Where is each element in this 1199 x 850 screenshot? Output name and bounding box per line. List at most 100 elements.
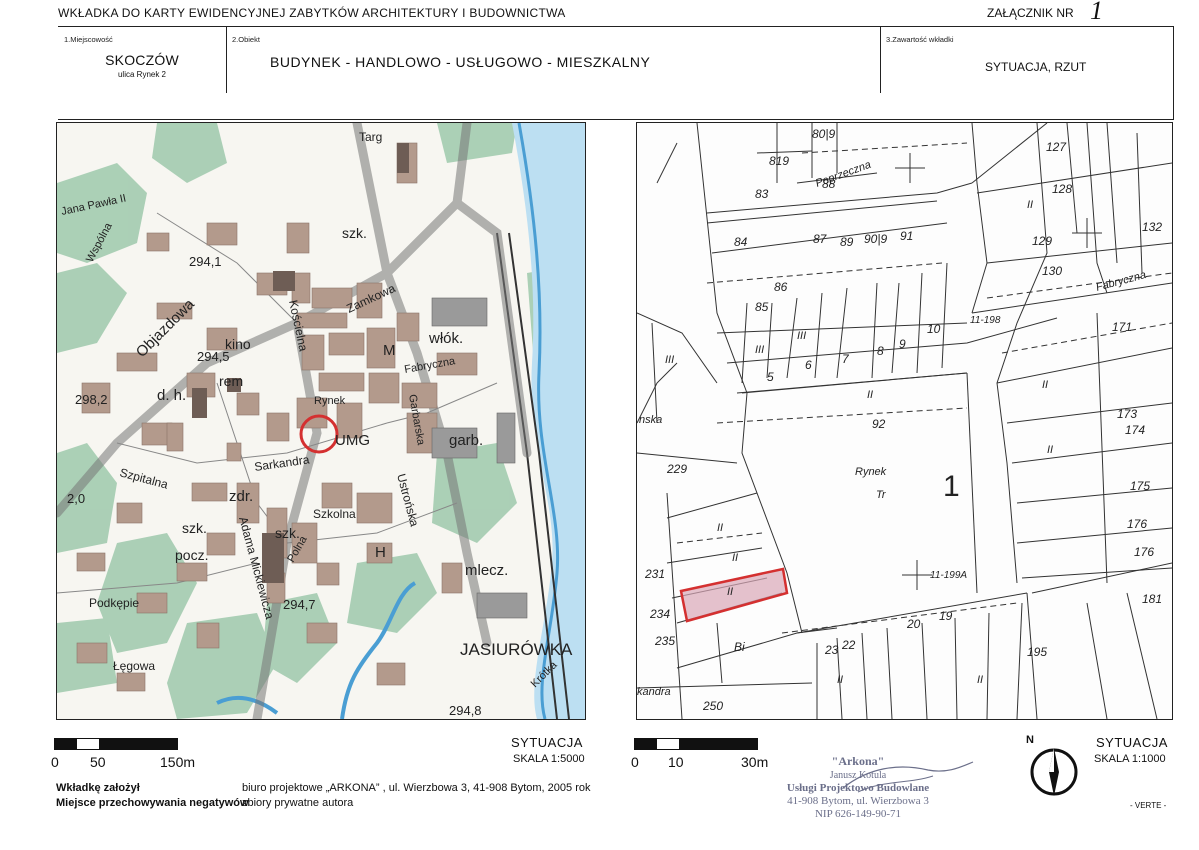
parcel-label: 231 xyxy=(644,567,665,581)
parcel-label: 6 xyxy=(805,358,812,372)
scale-tick: 10 xyxy=(668,754,684,770)
map-label: włók. xyxy=(428,330,463,347)
verte-note: - VERTE - xyxy=(1130,801,1167,810)
floor-marker: II xyxy=(1047,444,1053,456)
floor-marker: II xyxy=(837,674,843,686)
header-rule-bottom xyxy=(58,119,1174,120)
parcel-label: 20 xyxy=(906,617,921,631)
parcel-label: 250 xyxy=(702,699,723,713)
parcel-label: 171 xyxy=(1112,320,1132,334)
parcel-label: 19 xyxy=(939,609,953,623)
parcel-label: 195 xyxy=(1027,645,1047,659)
parcel-label: 11-198 xyxy=(970,315,1001,326)
parcel-label: 132 xyxy=(1142,220,1162,234)
parcel-label: Bi xyxy=(734,640,745,654)
scale-title-left: SYTUACJA xyxy=(511,735,583,750)
parcel-label: 819 xyxy=(769,154,789,168)
square-label: Rynek xyxy=(855,466,887,478)
map-label: Targ xyxy=(359,130,382,144)
floor-marker: II xyxy=(1027,199,1033,211)
cadastral-number: 1 xyxy=(943,470,960,503)
map-label: Podkępie xyxy=(89,596,139,610)
parcel-label: 229 xyxy=(666,462,687,476)
map-label: zdr. xyxy=(229,488,253,505)
north-label: N xyxy=(1026,734,1034,746)
map-label: Rynek xyxy=(314,395,346,407)
floor-marker: III xyxy=(665,354,674,366)
street-label: nska xyxy=(639,414,662,426)
signature xyxy=(842,761,974,793)
location-map: Targ Jana Pawła II Wspólna 294,1 Objazdo… xyxy=(56,122,586,720)
parcel-label: 10 xyxy=(927,322,941,336)
parcel-label: 85 xyxy=(755,300,769,314)
map-label: szk. xyxy=(182,520,207,536)
parcel-label: 9 xyxy=(899,337,906,351)
scale-value-left: SKALA 1:5000 xyxy=(513,753,585,765)
parcel-label: 91 xyxy=(900,229,913,243)
header-divider-right xyxy=(1173,26,1174,119)
floor-marker: II xyxy=(867,389,873,401)
parcel-label: 80|9 xyxy=(812,127,835,141)
founder-value: biuro projektowe „ARKONA” , ul. Wierzbow… xyxy=(242,782,591,794)
parcel-label: 84 xyxy=(734,235,748,249)
parcel-label: 235 xyxy=(654,634,675,648)
scale-title-right: SYTUACJA xyxy=(1096,735,1168,750)
parcel-label: 181 xyxy=(1142,592,1162,606)
street-name: ulica Rynek 2 xyxy=(117,70,167,79)
object-label: 2.Obiekt xyxy=(232,35,260,44)
floor-marker: III xyxy=(755,344,764,356)
parcel-label: 83 xyxy=(755,187,769,201)
scale-tick: 30m xyxy=(741,754,769,770)
street-label: kandra xyxy=(637,686,671,698)
attachment-label: ZAŁĄCZNIK NR xyxy=(987,6,1074,20)
parcel-label: 175 xyxy=(1130,479,1150,493)
parcel-label: 22 xyxy=(841,638,856,652)
floor-marker: II xyxy=(717,522,723,534)
parcel-label: 174 xyxy=(1125,423,1145,437)
parcel-label: 129 xyxy=(1032,234,1052,248)
floor-marker: II xyxy=(1042,379,1048,391)
parcel-label: 86 xyxy=(774,280,788,294)
scale-tick: 0 xyxy=(631,754,639,770)
parcel-label: 8 xyxy=(877,344,884,358)
floor-marker: II xyxy=(727,586,733,598)
parcel-label: 87 xyxy=(813,232,828,246)
scale-tick: 0 xyxy=(51,754,59,770)
place-name: SKOCZÓW xyxy=(105,52,179,68)
parcel-label: 90|9 xyxy=(864,232,887,246)
cadastral-map-drawing: 819 80|9 Poprzeczna 83 88 84 87 89 90|9 … xyxy=(637,123,1172,719)
scale-tick: 50 xyxy=(90,754,106,770)
map-label: 294,5 xyxy=(197,349,230,364)
map-label: d. h. xyxy=(157,387,186,404)
floor-marker: II xyxy=(977,674,983,686)
map-label: mlecz. xyxy=(465,562,508,579)
parcel-label: 89 xyxy=(840,235,854,249)
map-label: pocz. xyxy=(175,547,208,563)
parcel-label: 130 xyxy=(1042,264,1062,278)
parcel-label: 234 xyxy=(649,607,670,621)
scale-value-right: SKALA 1:1000 xyxy=(1094,753,1166,765)
object-name: BUDYNEK - HANDLOWO - USŁUGOWO - MIESZKAL… xyxy=(270,54,651,70)
parcel-label: 88 xyxy=(822,177,836,191)
parcel-label: 5 xyxy=(767,370,774,384)
scale-bar-left xyxy=(54,738,178,750)
map-label: szk. xyxy=(342,225,367,241)
header-divider-2 xyxy=(880,26,881,93)
parcel-label: 127 xyxy=(1046,140,1067,154)
parcel-label: 176 xyxy=(1134,545,1154,559)
content-label: 3.Zawartość wkładki xyxy=(886,35,954,44)
parcel-label: 173 xyxy=(1117,407,1137,421)
scale-tick: 150m xyxy=(160,754,196,770)
map-label: H xyxy=(375,544,386,561)
location-map-drawing: Targ Jana Pawła II Wspólna 294,1 Objazdo… xyxy=(57,123,585,719)
map-label: 2,0 xyxy=(67,491,85,506)
map-label: rem xyxy=(219,373,243,389)
founder-label: Wkładkę założył xyxy=(56,782,140,794)
stamp-nip: NIP 626-149-90-71 xyxy=(814,808,902,820)
map-label: garb. xyxy=(449,432,483,449)
map-label: Łęgowa xyxy=(113,659,155,673)
map-label: Szkolna xyxy=(313,507,356,521)
map-label: JASIURÓWKA xyxy=(460,640,573,659)
attachment-number: 1 xyxy=(1090,0,1103,25)
content-value: SYTUACJA, RZUT xyxy=(985,60,1087,74)
